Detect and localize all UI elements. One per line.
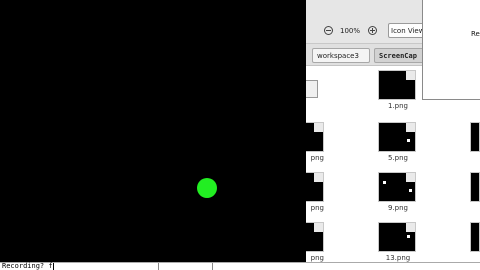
file-thumbnail [378,70,416,100]
file-thumbnail[interactable] [470,122,480,152]
divider [212,263,213,270]
file-thumbnail [378,222,416,252]
popup-text: Re [471,30,480,38]
recording-indicator-dot [197,178,217,198]
zoom-out-icon[interactable] [324,26,333,35]
file-thumbnail[interactable] [470,172,480,202]
file-name: 9.png [387,204,408,212]
recording-canvas [0,0,306,262]
zoom-level: 100% [340,27,361,35]
terminal-prompt-text: Recording? f [2,262,53,270]
file-name: 13.png [385,254,411,262]
text-cursor [52,262,54,270]
file-thumbnail [378,172,416,202]
popup-dialog: Re [422,0,480,100]
divider [158,263,159,270]
file-name: 1.png [387,102,408,110]
path-button-workspace3[interactable]: workspace3 [312,48,370,63]
zoom-in-icon[interactable] [368,26,377,35]
file-thumbnail [378,122,416,152]
terminal-prompt[interactable]: Recording? f [2,262,54,270]
desktop-screen: 100% Icon View workspace3 ScreenCap 1.pn… [0,0,480,270]
file-thumbnail[interactable] [470,222,480,252]
terminal-bar[interactable]: Recording? f [0,262,480,270]
file-name: 5.png [387,154,408,162]
